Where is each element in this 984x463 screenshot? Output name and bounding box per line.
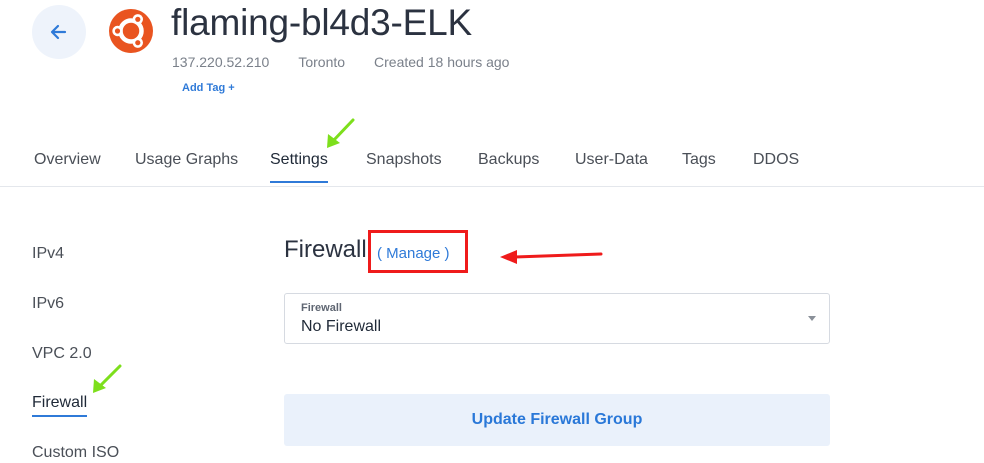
sidebar-item-custom-iso[interactable]: Custom ISO — [32, 444, 119, 462]
tab-overview[interactable]: Overview — [34, 151, 101, 181]
annotation-green-arrow-firewall — [93, 364, 122, 393]
firewall-select-label: Firewall — [301, 302, 342, 314]
arrow-left-icon — [50, 24, 67, 40]
tab-ddos[interactable]: DDOS — [753, 151, 799, 181]
tab-user-data[interactable]: User-Data — [575, 151, 648, 181]
sidebar-item-vpc[interactable]: VPC 2.0 — [32, 345, 92, 363]
tab-tags[interactable]: Tags — [682, 151, 716, 181]
ubuntu-logo-icon — [109, 9, 153, 53]
firewall-select-value: No Firewall — [301, 318, 382, 335]
annotation-highlight-box — [368, 230, 468, 273]
sidebar-item-ipv4[interactable]: IPv4 — [32, 245, 64, 263]
add-tag-link[interactable]: Add Tag + — [182, 82, 235, 94]
tab-settings[interactable]: Settings — [270, 151, 328, 183]
tab-usage-graphs[interactable]: Usage Graphs — [135, 151, 238, 181]
server-meta: 137.220.52.210 Toronto Created 18 hours … — [172, 54, 509, 70]
firewall-heading: Firewall — [284, 236, 367, 263]
server-title: flaming-bl4d3-ELK — [171, 2, 472, 43]
firewall-select[interactable]: Firewall No Firewall — [284, 293, 830, 344]
server-created: Created 18 hours ago — [374, 54, 510, 70]
sidebar-item-ipv6[interactable]: IPv6 — [32, 295, 64, 313]
tab-snapshots[interactable]: Snapshots — [366, 151, 442, 181]
server-location: Toronto — [298, 54, 346, 70]
sidebar-item-firewall[interactable]: Firewall — [32, 394, 88, 417]
tab-backups[interactable]: Backups — [478, 151, 539, 181]
annotation-red-arrow — [500, 250, 603, 264]
back-button[interactable] — [32, 5, 86, 59]
tab-bar: Overview Usage Graphs Settings Snapshots… — [0, 140, 984, 187]
server-ip: 137.220.52.210 — [172, 54, 270, 70]
chevron-down-icon — [808, 316, 816, 321]
update-firewall-button[interactable]: Update Firewall Group — [284, 394, 830, 446]
